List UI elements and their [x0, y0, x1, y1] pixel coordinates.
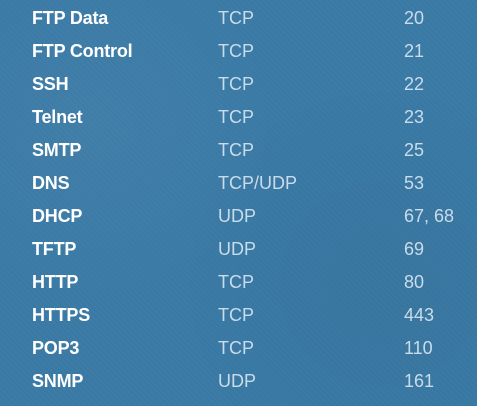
table-row: FTP Control TCP 21 [0, 35, 477, 68]
table-row: SMTP TCP 25 [0, 134, 477, 167]
port-number: 67, 68 [404, 206, 455, 226]
table-row: HTTP TCP 80 [0, 266, 477, 299]
protocol-value: UDP [218, 239, 257, 259]
service-name: HTTPS [32, 305, 91, 325]
table-row: FTP Data TCP 20 [0, 2, 477, 35]
protocol-value: TCP [218, 74, 254, 94]
protocol-value: TCP [218, 8, 254, 28]
service-name: FTP Control [32, 41, 133, 61]
port-number: 53 [404, 173, 425, 193]
table-row: Telnet TCP 23 [0, 101, 477, 134]
service-name: TFTP [32, 239, 77, 259]
protocol-value: TCP [218, 107, 254, 127]
protocol-value: TCP [218, 272, 254, 292]
service-name: DNS [32, 173, 70, 193]
port-number: 80 [404, 272, 425, 292]
protocol-value: TCP [218, 338, 254, 358]
table-row: HTTPS TCP 443 [0, 299, 477, 332]
port-table: FTP Data TCP 20 FTP Control TCP 21 SSH T… [0, 2, 477, 398]
protocol-value: TCP [218, 305, 254, 325]
service-name: SNMP [32, 371, 84, 391]
port-number: 443 [404, 305, 435, 325]
service-name: POP3 [32, 338, 80, 358]
service-name: SMTP [32, 140, 82, 160]
port-number: 21 [404, 41, 425, 61]
port-number: 110 [404, 338, 433, 358]
port-number: 22 [404, 74, 425, 94]
table-row: TFTP UDP 69 [0, 233, 477, 266]
service-name: DHCP [32, 206, 83, 226]
table-row: SSH TCP 22 [0, 68, 477, 101]
service-name: HTTP [32, 272, 79, 292]
protocol-value: TCP/UDP [218, 173, 298, 193]
port-number: 20 [404, 8, 425, 28]
table-row: POP3 TCP 110 [0, 332, 477, 365]
port-number: 161 [404, 371, 435, 391]
service-name: SSH [32, 74, 69, 94]
protocol-value: UDP [218, 206, 257, 226]
protocol-value: TCP [218, 140, 254, 160]
port-number: 23 [404, 107, 425, 127]
port-number: 25 [404, 140, 425, 160]
protocol-value: TCP [218, 41, 254, 61]
service-name: Telnet [32, 107, 83, 127]
port-number: 69 [404, 239, 425, 259]
table-row: DHCP UDP 67, 68 [0, 200, 477, 233]
table-row: SNMP UDP 161 [0, 365, 477, 398]
protocol-value: UDP [218, 371, 257, 391]
table-row: DNS TCP/UDP 53 [0, 167, 477, 200]
service-name: FTP Data [32, 8, 109, 28]
